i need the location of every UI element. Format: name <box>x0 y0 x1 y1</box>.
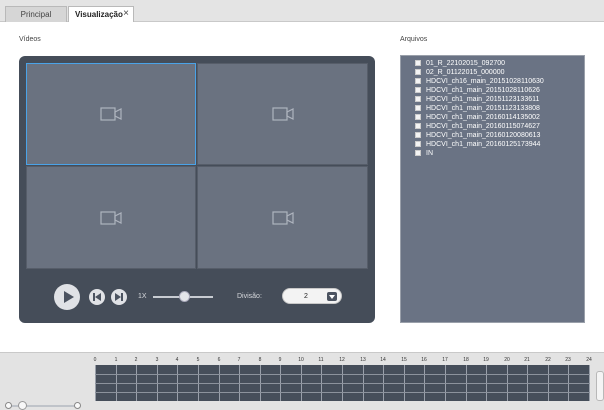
close-tab-icon[interactable]: × <box>123 6 129 22</box>
timeline-hour-label: 9 <box>278 357 282 363</box>
zoom-out-icon[interactable] <box>5 402 12 409</box>
file-list: 01_R_22102015_092700 02_R_01122015_000000… <box>415 59 544 158</box>
timeline-hour-label: 4 <box>175 357 179 363</box>
timeline-channel-divider <box>95 392 590 393</box>
videos-section-label: Vídeos <box>19 36 41 43</box>
playback-controls: 1X Divisão: 2 <box>19 269 375 323</box>
file-list-item[interactable]: 01_R_22102015_092700 <box>415 59 544 68</box>
timeline-hour-label: 21 <box>524 357 530 363</box>
file-list-item[interactable]: IN <box>415 149 544 158</box>
timeline-channel-divider <box>95 374 590 375</box>
camera-icon <box>271 210 294 225</box>
skip-forward-icon <box>115 293 123 301</box>
timeline-hour-label: 23 <box>565 357 571 363</box>
timeline-hour-label: 20 <box>504 357 510 363</box>
file-list-item[interactable]: 02_R_01122015_000000 <box>415 68 544 77</box>
timeline-panel: 0 1 2 3 4 5 6 7 8 9 10 11 12 13 14 15 16 17 18 19 20 21 22 23 24 <box>0 352 604 410</box>
timeline-hour-label: 12 <box>339 357 345 363</box>
speed-slider-handle[interactable] <box>179 291 190 302</box>
camera-icon <box>100 210 122 225</box>
file-name: HDCVI_ch1_main_20160125173944 <box>426 141 541 148</box>
file-name: 02_R_01122015_000000 <box>426 69 505 76</box>
video-window-2[interactable] <box>197 63 368 165</box>
video-player: 1X Divisão: 2 <box>19 56 375 323</box>
timeline[interactable]: 0 1 2 3 4 5 6 7 8 9 10 11 12 13 14 15 16 17 18 19 20 21 22 23 24 <box>94 357 592 401</box>
file-checkbox[interactable] <box>415 150 421 156</box>
timeline-hour-label: 5 <box>196 357 200 363</box>
file-list-item[interactable]: HDCVI_ch16_main_20151028110630 <box>415 77 544 86</box>
file-name: HDCVI_ch1_main_20151123133808 <box>426 105 540 112</box>
timeline-hour-label: 24 <box>586 357 592 363</box>
chevron-down-icon[interactable] <box>327 292 337 301</box>
timeline-hour-label: 7 <box>237 357 241 363</box>
file-checkbox[interactable] <box>415 78 421 84</box>
timeline-hour-label: 6 <box>217 357 221 363</box>
timeline-hour-label: 0 <box>93 357 97 363</box>
division-select[interactable]: 2 <box>282 288 342 304</box>
tab-bar: Principal Visualização × <box>0 0 604 22</box>
camera-icon <box>271 107 294 121</box>
file-list-item[interactable]: HDCVI_ch1_main_20160115074627 <box>415 122 544 131</box>
timeline-hour-label: 15 <box>401 357 407 363</box>
file-checkbox[interactable] <box>415 132 421 138</box>
timeline-hour-label: 11 <box>318 357 324 363</box>
video-window-3[interactable] <box>26 166 196 269</box>
timeline-hour-label: 16 <box>421 357 427 363</box>
timeline-hour-label: 8 <box>258 357 262 363</box>
zoom-in-icon[interactable] <box>74 402 81 409</box>
timeline-hour-label: 18 <box>463 357 469 363</box>
file-list-item[interactable]: HDCVI_ch1_main_20160125173944 <box>415 140 544 149</box>
tab-principal[interactable]: Principal <box>5 6 67 22</box>
file-name: 01_R_22102015_092700 <box>426 60 506 67</box>
file-list-item[interactable]: HDCVI_ch1_main_20160114135002 <box>415 113 544 122</box>
timeline-hour-label: 2 <box>134 357 138 363</box>
play-button[interactable] <box>54 284 80 310</box>
files-section-label: Arquivos <box>400 36 428 43</box>
file-name: HDCVI_ch16_main_20151028110630 <box>426 78 544 85</box>
files-panel: 01_R_22102015_092700 02_R_01122015_000000… <box>400 55 585 323</box>
file-name: HDCVI_ch1_main_20160114135002 <box>426 114 540 121</box>
zoom-slider-handle[interactable] <box>18 401 27 410</box>
file-list-item[interactable]: HDCVI_ch1_main_20160120080613 <box>415 131 544 140</box>
tab-visualizacao[interactable]: Visualização × <box>68 6 134 22</box>
timeline-hour-label: 13 <box>360 357 366 363</box>
next-frame-button[interactable] <box>111 289 127 305</box>
camera-icon <box>100 107 122 121</box>
timeline-channel-divider <box>95 383 590 384</box>
file-list-item[interactable]: HDCVI_ch1_main_20151123133808 <box>415 104 544 113</box>
timeline-hour-label: 19 <box>483 357 489 363</box>
division-value: 2 <box>304 293 308 300</box>
file-name: HDCVI_ch1_main_20160115074627 <box>426 123 540 130</box>
file-checkbox[interactable] <box>415 60 421 66</box>
timeline-hour-label: 14 <box>380 357 386 363</box>
tab-principal-label: Principal <box>20 10 52 19</box>
file-checkbox[interactable] <box>415 96 421 102</box>
speed-label: 1X <box>138 293 147 300</box>
timeline-hour-label: 10 <box>298 357 304 363</box>
skip-back-icon <box>93 293 101 301</box>
file-name: IN <box>426 150 433 157</box>
timeline-hour-label: 1 <box>114 357 118 363</box>
timeline-scroll-control[interactable] <box>596 371 604 401</box>
tab-visualizacao-label: Visualização <box>75 10 123 19</box>
file-checkbox[interactable] <box>415 105 421 111</box>
file-name: HDCVI_ch1_main_20160120080613 <box>426 132 541 139</box>
division-label: Divisão: <box>237 293 262 300</box>
file-list-item[interactable]: HDCVI_ch1_main_20151123133611 <box>415 95 544 104</box>
file-list-item[interactable]: HDCVI_ch1_main_20151028110626 <box>415 86 544 95</box>
timeline-hour-label: 17 <box>442 357 448 363</box>
file-checkbox[interactable] <box>415 141 421 147</box>
timeline-hour-label: 3 <box>155 357 159 363</box>
file-name: HDCVI_ch1_main_20151123133611 <box>426 96 540 103</box>
file-checkbox[interactable] <box>415 123 421 129</box>
file-name: HDCVI_ch1_main_20151028110626 <box>426 87 540 94</box>
previous-frame-button[interactable] <box>89 289 105 305</box>
video-window-4[interactable] <box>197 166 368 269</box>
file-checkbox[interactable] <box>415 87 421 93</box>
timeline-hour-label: 22 <box>545 357 551 363</box>
file-checkbox[interactable] <box>415 69 421 75</box>
video-window-1[interactable] <box>26 63 196 165</box>
file-checkbox[interactable] <box>415 114 421 120</box>
video-grid <box>26 63 368 269</box>
